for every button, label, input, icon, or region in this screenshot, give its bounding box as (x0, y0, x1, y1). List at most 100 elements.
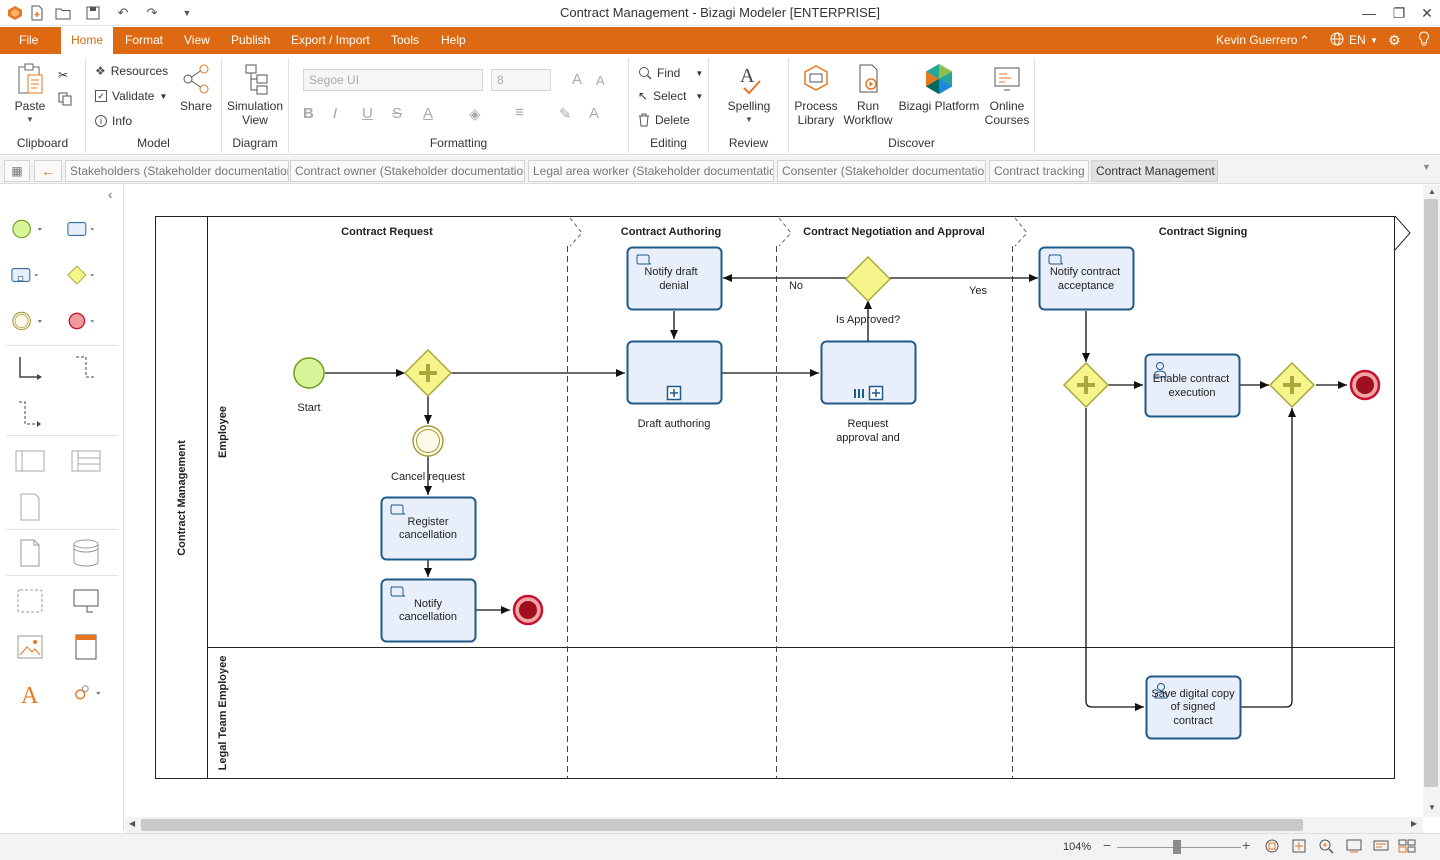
start-event[interactable] (293, 357, 325, 389)
annotation-tool[interactable] (70, 585, 102, 617)
tab-export-import[interactable]: Export / Import (291, 27, 370, 54)
underline-icon[interactable]: U (362, 105, 373, 122)
fit-width-icon[interactable] (1291, 838, 1307, 857)
settings-gear-icon[interactable]: ⚙ (1388, 27, 1401, 54)
online-courses-button[interactable]: Online Courses (983, 62, 1031, 127)
phase-contract-signing[interactable]: Contract Signing (1159, 226, 1248, 238)
zoom-out-icon[interactable]: − (1103, 837, 1111, 853)
subprocess-request-approval[interactable] (820, 340, 917, 405)
align-icon[interactable]: ≡ (515, 104, 524, 121)
info-button[interactable]: i Info (95, 112, 132, 130)
gateway-tool[interactable] (66, 259, 98, 291)
vertical-scroll-thumb[interactable] (1424, 199, 1438, 787)
cut-icon[interactable]: ✂ (58, 66, 68, 84)
shrink-font-icon[interactable]: A (596, 73, 605, 88)
scroll-right-icon[interactable]: ▶ (1411, 819, 1417, 828)
cancel-request-event[interactable] (412, 425, 444, 457)
horizontal-scroll-thumb[interactable] (141, 819, 1303, 831)
close-button[interactable]: ✕ (1412, 2, 1440, 24)
tab-contract-tracking[interactable]: Contract tracking (989, 160, 1089, 182)
task-notify-contract-acceptance[interactable]: Notify contract acceptance (1038, 246, 1135, 311)
delete-button[interactable]: Delete (638, 111, 690, 129)
group-tool[interactable] (14, 585, 46, 617)
bold-icon[interactable]: B (303, 105, 314, 122)
tab-home[interactable]: Home (61, 27, 114, 54)
validate-button[interactable]: ✓ Validate ▼ (95, 87, 167, 105)
phase-tool[interactable] (14, 491, 46, 523)
customize-quick-access-icon[interactable]: ▼ (178, 4, 196, 22)
globe-icon[interactable] (1330, 27, 1344, 54)
file-menu[interactable]: File (19, 27, 38, 54)
task-notify-cancellation[interactable]: Notify cancellation (380, 578, 477, 643)
collapse-ribbon-icon[interactable]: ⌃ (1299, 27, 1310, 54)
phase-contract-authoring[interactable]: Contract Authoring (621, 226, 721, 238)
chevron-down-icon[interactable]: ▼ (1370, 27, 1378, 54)
undo-icon[interactable]: ↶ (114, 4, 132, 22)
user-name[interactable]: Kevin Guerrero (1216, 27, 1297, 54)
phase-negotiation-approval[interactable]: Contract Negotiation and Approval (803, 226, 985, 238)
redo-icon[interactable]: ↷ (143, 4, 161, 22)
resources-button[interactable]: ❖ Resources (95, 62, 168, 80)
page-view-icon[interactable] (1345, 838, 1363, 857)
minimize-button[interactable]: — (1354, 2, 1384, 24)
zoom-region-icon[interactable] (1318, 838, 1334, 857)
tab-publish[interactable]: Publish (231, 27, 270, 54)
tab-format[interactable]: Format (125, 27, 163, 54)
tab-legal-area-worker[interactable]: Legal area worker (Stakeholder documenta… (528, 160, 774, 182)
bizagi-platform-button[interactable]: Bizagi Platform (897, 62, 981, 113)
task-register-cancellation[interactable]: Register cancellation (380, 496, 477, 561)
fill-color-icon[interactable]: ◈ (469, 105, 481, 123)
new-file-icon[interactable] (28, 4, 46, 22)
vertical-scrollbar[interactable]: ▲ ▼ (1423, 185, 1440, 817)
scroll-left-icon[interactable]: ◀ (129, 819, 135, 828)
data-object-tool[interactable] (14, 537, 46, 569)
share-button[interactable]: Share (176, 62, 216, 113)
subprocess-tool[interactable] (10, 259, 42, 291)
scroll-up-icon[interactable]: ▲ (1428, 187, 1436, 196)
subprocess-draft-authoring[interactable] (626, 340, 723, 405)
scroll-down-icon[interactable]: ▼ (1428, 803, 1436, 812)
grow-font-icon[interactable]: A (572, 71, 582, 88)
copy-icon[interactable] (58, 90, 72, 108)
tab-consenter[interactable]: Consenter (Stakeholder documentation) (777, 160, 986, 182)
tab-contract-management[interactable]: Contract Management (1091, 160, 1218, 182)
collapse-palette-icon[interactable]: ‹ (108, 187, 112, 202)
data-store-tool[interactable] (70, 537, 102, 569)
task-notify-draft-denial[interactable]: Notify draft denial (626, 246, 723, 311)
start-event-tool[interactable] (10, 213, 42, 245)
print-layout-icon[interactable] (1372, 838, 1390, 857)
simulation-view-button[interactable]: Simulation View (224, 62, 286, 127)
tab-stakeholders[interactable]: Stakeholders (Stakeholder documentation) (65, 160, 289, 182)
font-family-select[interactable]: Segoe UI (303, 69, 483, 91)
task-save-digital-copy[interactable]: Save digital copy of signed contract (1145, 675, 1242, 740)
italic-icon[interactable]: I (333, 105, 337, 122)
fit-to-page-icon[interactable] (1264, 838, 1280, 857)
message-flow-tool[interactable] (70, 353, 102, 385)
pool-tool[interactable] (70, 445, 102, 477)
extensions-gear-icon[interactable] (70, 677, 102, 709)
header-tool[interactable] (70, 631, 102, 663)
horizontal-scrollbar[interactable]: ◀ ▶ (125, 817, 1423, 833)
lane-tool[interactable] (14, 445, 46, 477)
select-button[interactable]: ↖ Select ▼ (638, 87, 703, 105)
line-style-icon[interactable]: ✎ (559, 105, 572, 123)
tab-list-chevron-icon[interactable]: ▼ (1422, 162, 1431, 172)
find-button[interactable]: Find ▼ (638, 64, 703, 82)
image-tool[interactable] (14, 631, 46, 663)
overview-icon[interactable] (1398, 838, 1416, 857)
end-event-tool[interactable] (66, 305, 98, 337)
strikethrough-icon[interactable]: S (392, 105, 402, 122)
sequence-flow-tool[interactable] (14, 353, 46, 385)
association-tool[interactable] (14, 397, 46, 429)
run-workflow-button[interactable]: Run Workflow (843, 62, 893, 127)
tab-view[interactable]: View (184, 27, 210, 54)
lightbulb-icon[interactable] (1418, 27, 1430, 54)
language-selector[interactable]: EN (1349, 27, 1366, 54)
line-color-icon[interactable]: A (589, 105, 599, 122)
zoom-in-icon[interactable]: + (1242, 837, 1250, 853)
tab-tools[interactable]: Tools (391, 27, 419, 54)
process-library-button[interactable]: Process Library (793, 62, 839, 127)
diagram-canvas[interactable]: Contract Management Employee Legal Team … (125, 185, 1423, 817)
restore-button[interactable]: ❐ (1384, 2, 1414, 24)
phase-contract-request[interactable]: Contract Request (341, 226, 433, 238)
